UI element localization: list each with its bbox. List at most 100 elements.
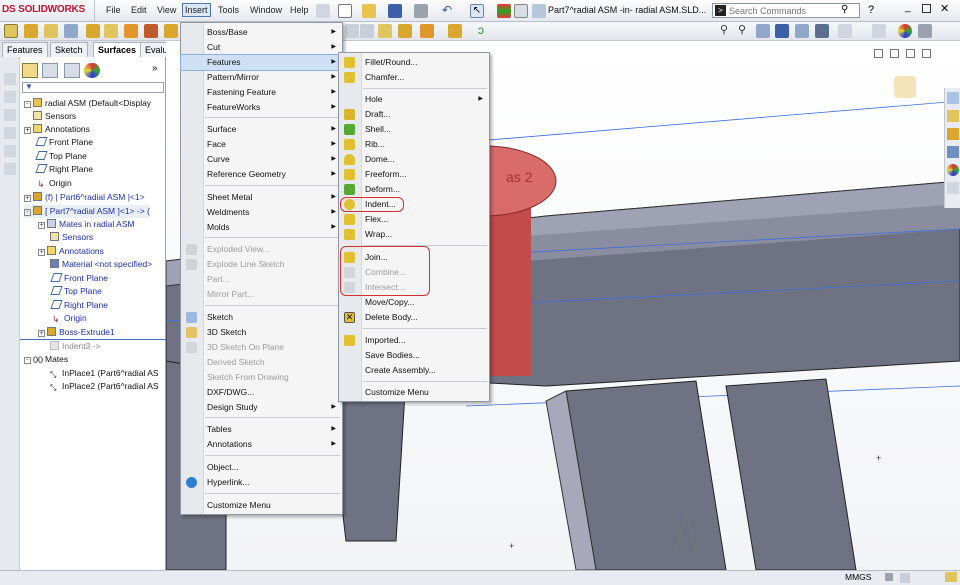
loft-icon[interactable]	[64, 24, 78, 38]
zoom-area-icon[interactable]: ⚲	[738, 24, 752, 38]
tree-item-boss-extrude1[interactable]: + Boss-Extrude1	[38, 326, 115, 339]
tree-item-part-top-plane[interactable]: Top Plane	[50, 285, 102, 298]
menu-item-wrap[interactable]: Wrap...	[339, 227, 489, 242]
tree-item-inplace2[interactable]: ⤡ InPlace2 (Part6^radial AS	[50, 380, 159, 393]
units-dropdown-icon[interactable]	[885, 573, 893, 581]
appearances-pane-icon[interactable]	[947, 164, 959, 176]
menu-item-draft[interactable]: Draft...	[339, 107, 489, 122]
menu-item-customize-menu[interactable]: Customize Menu	[181, 498, 342, 513]
menu-item-boss-base[interactable]: Boss/Base ▶	[181, 25, 342, 40]
menu-item-freeform[interactable]: Freeform...	[339, 167, 489, 182]
menu-item-chamfer[interactable]: Chamfer...	[339, 70, 489, 85]
custom-properties-pane-icon[interactable]	[947, 182, 959, 194]
menu-item-imported[interactable]: Imported...	[339, 333, 489, 348]
menu-item-hyperlink[interactable]: Hyperlink...	[181, 475, 342, 490]
extruded-boss-icon[interactable]	[4, 24, 18, 38]
new-document-icon[interactable]	[338, 4, 352, 18]
reference-geometry-icon[interactable]	[345, 24, 359, 38]
menu-item-cut[interactable]: Cut ▶	[181, 40, 342, 55]
feature-tree-tab-icon[interactable]	[22, 63, 38, 78]
rollback-icon[interactable]	[4, 73, 16, 85]
tree-item-part7[interactable]: -[ Part7^radial ASM ]<1> -> (	[24, 205, 150, 218]
feature-tree-filter[interactable]: ▼	[22, 82, 164, 93]
tab-features[interactable]: Features	[2, 42, 48, 57]
menu-item-deform[interactable]: Deform...	[339, 182, 489, 197]
edit-appearance-icon[interactable]	[872, 24, 886, 38]
tree-item-inplace1[interactable]: ⤡ InPlace1 (Part6^radial AS	[50, 367, 159, 380]
hide-show-icon[interactable]	[838, 24, 852, 38]
menu-insert[interactable]: Insert	[182, 3, 211, 17]
pattern-icon[interactable]	[124, 24, 138, 38]
tree-item-front-plane[interactable]: Front Plane	[35, 136, 93, 149]
menu-item-surface[interactable]: Surface ▶	[181, 122, 342, 137]
tree-item-part-origin[interactable]: ↳ Origin	[52, 312, 87, 325]
hole-icon[interactable]	[164, 24, 178, 38]
file-explorer-icon[interactable]	[4, 109, 16, 121]
menu-item-weldments[interactable]: Weldments ▶	[181, 205, 342, 220]
menu-item-move-copy[interactable]: Move/Copy...	[339, 295, 489, 310]
units-indicator[interactable]: MMGS	[845, 572, 871, 582]
viewport-tile-icon[interactable]	[874, 49, 883, 58]
open-folder-icon[interactable]	[362, 4, 376, 18]
menu-item-molds[interactable]: Molds ▶	[181, 220, 342, 235]
menu-item-tables[interactable]: Tables ▶	[181, 422, 342, 437]
previous-view-icon[interactable]	[756, 24, 770, 38]
menu-item-object[interactable]: Object...	[181, 460, 342, 475]
menu-item-fastening-feature[interactable]: Fastening Feature ▶	[181, 85, 342, 100]
menu-item-derived-sketch[interactable]: Derived Sketch	[181, 355, 342, 370]
menu-item-3d-sketch[interactable]: 3D Sketch	[181, 325, 342, 340]
menu-item-delete-body[interactable]: ✕ Delete Body...	[339, 310, 489, 325]
options-icon[interactable]	[532, 4, 546, 18]
menu-edit[interactable]: Edit	[131, 5, 147, 15]
menu-tools[interactable]: Tools	[218, 5, 239, 15]
menu-file[interactable]: File	[106, 5, 121, 15]
menu-item-rib[interactable]: Rib...	[339, 137, 489, 152]
tree-item-material[interactable]: Material <not specified>	[50, 258, 152, 271]
menu-window[interactable]: Window	[250, 5, 282, 15]
menu-item-flex[interactable]: Flex...	[339, 212, 489, 227]
rebuild-icon[interactable]	[497, 4, 511, 18]
design-library-pane-icon[interactable]	[947, 110, 959, 122]
view-settings-icon[interactable]	[918, 24, 932, 38]
menu-item-3d-sketch-on-plane[interactable]: 3D Sketch On Plane	[181, 340, 342, 355]
menu-item-annotations[interactable]: Annotations ▶	[181, 437, 342, 452]
custom-properties-icon[interactable]	[4, 163, 16, 175]
tree-item-sensors[interactable]: Sensors	[33, 110, 76, 123]
menu-help[interactable]: Help	[290, 5, 309, 15]
fillet-icon[interactable]	[104, 24, 118, 38]
property-manager-tab-icon[interactable]	[42, 63, 58, 78]
cut-icon[interactable]	[86, 24, 100, 38]
tree-item-part6[interactable]: + (f) | Part6^radial ASM |<1>	[24, 191, 145, 204]
menu-item-sketch[interactable]: Sketch	[181, 310, 342, 325]
tree-item-top-plane[interactable]: Top Plane	[35, 150, 87, 163]
menu-item-face[interactable]: Face ▶	[181, 137, 342, 152]
menu-item-curve[interactable]: Curve ▶	[181, 152, 342, 167]
close-icon[interactable]: ✕	[940, 2, 949, 15]
menu-item-create-assembly[interactable]: Create Assembly...	[339, 363, 489, 378]
view-orientation-icon[interactable]	[795, 24, 809, 38]
freeform-toolbar-icon[interactable]: ↄ	[478, 24, 492, 38]
menu-item-featureworks[interactable]: FeatureWorks ▶	[181, 100, 342, 115]
select-arrow-icon[interactable]: ↖	[470, 4, 484, 18]
menu-item-mirror-part[interactable]: Mirror Part...	[181, 287, 342, 302]
viewport-restore-icon[interactable]	[906, 49, 915, 58]
menu-item-exploded-view[interactable]: Exploded View...	[181, 242, 342, 257]
menu-item-dxf-dwg[interactable]: DXF/DWG...	[181, 385, 342, 400]
pin-icon[interactable]	[316, 4, 330, 18]
menu-item-shell[interactable]: Shell...	[339, 122, 489, 137]
tree-item-mates-in[interactable]: + Mates in radial ASM	[38, 218, 135, 231]
scene-icon[interactable]	[898, 24, 912, 38]
flex-toolbar-icon[interactable]	[448, 24, 462, 38]
minimize-icon[interactable]: _	[905, 2, 911, 13]
menu-item-explode-line-sketch[interactable]: Explode Line Sketch	[181, 257, 342, 272]
view-palette-pane-icon[interactable]	[947, 146, 959, 158]
menu-item-features-customize-menu[interactable]: Customize Menu	[339, 385, 489, 400]
menu-item-part[interactable]: Part...	[181, 272, 342, 287]
wrap-toolbar-icon[interactable]	[420, 24, 434, 38]
search-icon[interactable]: ⚲	[841, 4, 848, 15]
menu-item-design-study[interactable]: Design Study ▶	[181, 400, 342, 415]
zoom-to-fit-icon[interactable]: ⚲	[720, 24, 734, 38]
menu-item-dome[interactable]: Dome...	[339, 152, 489, 167]
tab-surfaces[interactable]: Surfaces	[93, 42, 142, 57]
menu-item-reference-geometry[interactable]: Reference Geometry ▶	[181, 167, 342, 182]
